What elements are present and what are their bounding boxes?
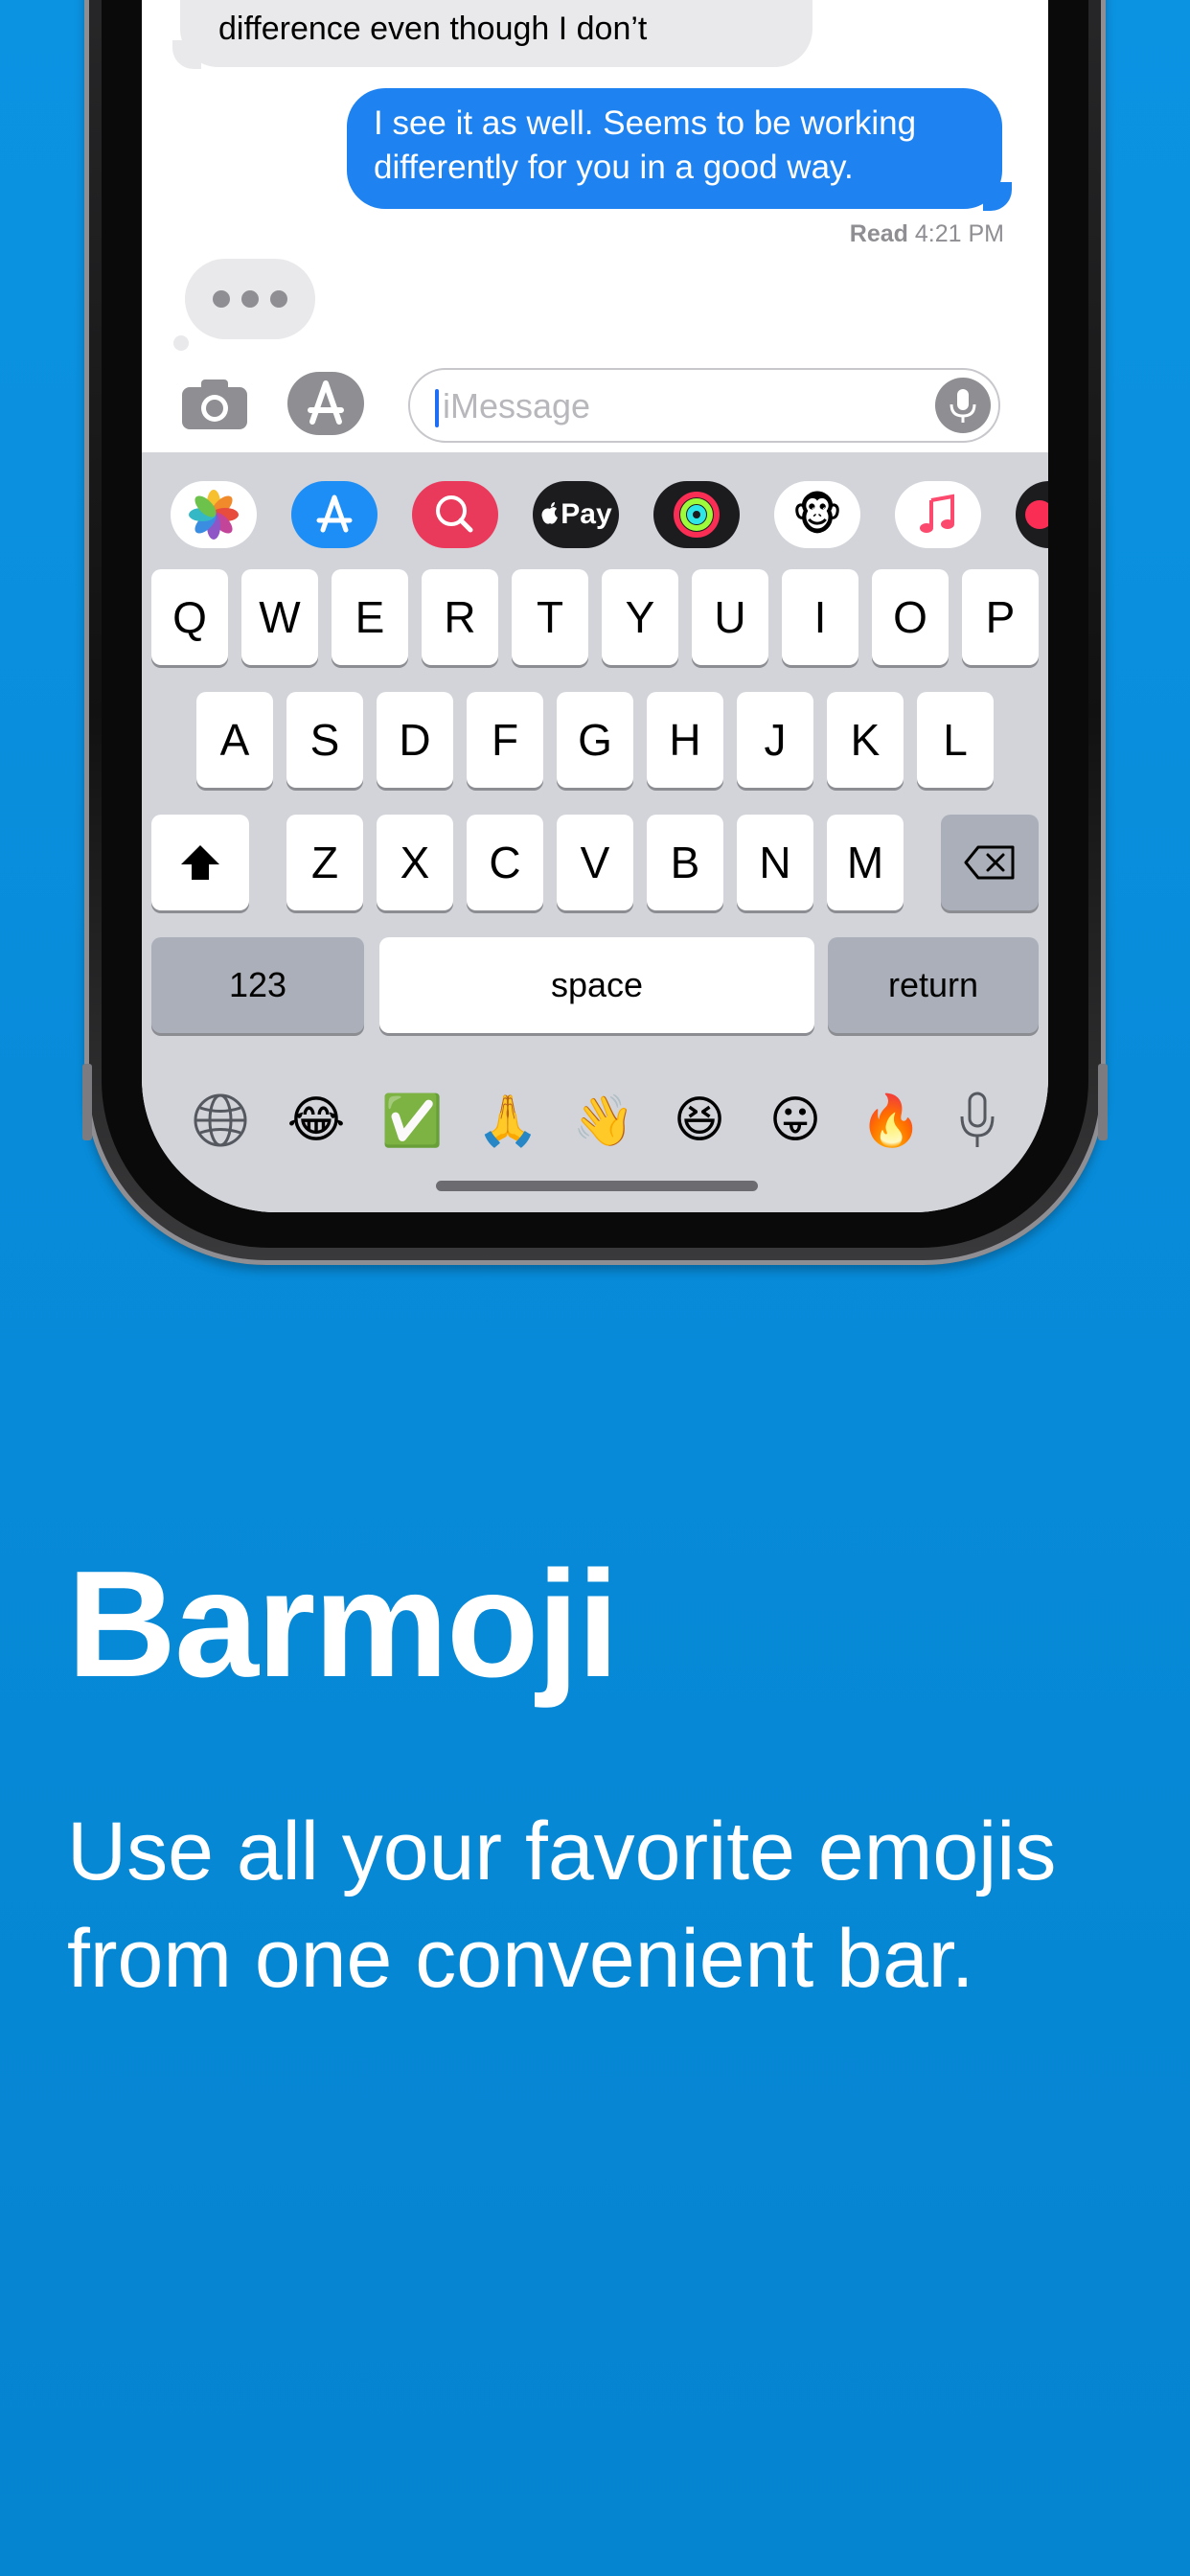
camera-icon[interactable] xyxy=(178,376,251,433)
key-t[interactable]: T xyxy=(512,569,588,665)
key-h[interactable]: H xyxy=(647,692,723,788)
typing-dot xyxy=(241,290,259,308)
digital-touch-app-icon[interactable] xyxy=(1016,481,1048,548)
key-v[interactable]: V xyxy=(557,815,633,910)
globe-keyboard-switch-icon[interactable] xyxy=(192,1087,249,1154)
text-cursor xyxy=(435,389,439,427)
apple-pay-app-icon[interactable]: Pay xyxy=(533,481,619,548)
emoji-tongue-face[interactable]: 😛 xyxy=(767,1087,824,1154)
keyboard: Pay 🐵 Q W E R T Y U I O P A S D F G H J … xyxy=(142,452,1048,1212)
outgoing-message-text: I see it as well. Seems to be working di… xyxy=(374,104,917,186)
emoji-folded-hands[interactable]: 🙏 xyxy=(477,1087,539,1154)
typing-indicator xyxy=(173,259,315,351)
typing-tail xyxy=(173,335,189,351)
outgoing-bubble-tail xyxy=(983,182,1012,211)
key-m[interactable]: M xyxy=(827,815,904,910)
imessage-app-drawer: Pay 🐵 xyxy=(142,481,1048,550)
typing-dot xyxy=(270,290,287,308)
dictation-mic-icon[interactable] xyxy=(935,378,991,433)
activity-app-icon[interactable] xyxy=(653,481,740,548)
key-y[interactable]: Y xyxy=(602,569,678,665)
key-s[interactable]: S xyxy=(286,692,363,788)
emoji-check-mark[interactable]: ✅ xyxy=(381,1087,444,1154)
key-p[interactable]: P xyxy=(962,569,1039,665)
outgoing-message-bubble[interactable]: I see it as well. Seems to be working di… xyxy=(347,88,1012,211)
emoji-squinting-face[interactable]: 😆 xyxy=(671,1087,728,1154)
key-u[interactable]: U xyxy=(692,569,768,665)
home-indicator[interactable] xyxy=(436,1181,758,1191)
read-receipt: Read 4:21 PM xyxy=(850,220,1004,248)
imessage-input[interactable]: iMessage xyxy=(408,368,1000,443)
delete-key[interactable] xyxy=(941,815,1039,910)
numbers-key[interactable]: 123 xyxy=(151,937,364,1033)
phone-screen: difference even though I don’t I see it … xyxy=(142,0,1048,1212)
key-z[interactable]: Z xyxy=(286,815,363,910)
read-time: 4:21 PM xyxy=(914,220,1004,247)
key-q[interactable]: Q xyxy=(151,569,228,665)
key-c[interactable]: C xyxy=(467,815,543,910)
emoji-waving-hand[interactable]: 👋 xyxy=(573,1087,635,1154)
key-e[interactable]: E xyxy=(332,569,408,665)
key-n[interactable]: N xyxy=(737,815,813,910)
emoji-fire[interactable]: 🔥 xyxy=(860,1087,923,1154)
read-label: Read xyxy=(849,220,908,247)
music-app-icon[interactable] xyxy=(895,481,981,548)
key-f[interactable]: F xyxy=(467,692,543,788)
shift-arrow-icon xyxy=(181,845,219,880)
delete-backspace-icon xyxy=(964,845,1015,880)
imessage-placeholder: iMessage xyxy=(443,386,591,426)
key-w[interactable]: W xyxy=(241,569,318,665)
phone-side-button-right xyxy=(1098,1064,1108,1140)
return-key[interactable]: return xyxy=(828,937,1039,1033)
emoji-tears-of-joy[interactable]: 😂 xyxy=(287,1087,346,1154)
image-search-app-icon[interactable] xyxy=(412,481,498,548)
typing-dot xyxy=(213,290,230,308)
apple-pay-label: Pay xyxy=(561,498,612,530)
app-title: Barmoji xyxy=(67,1540,619,1709)
key-l[interactable]: L xyxy=(917,692,994,788)
key-r[interactable]: R xyxy=(422,569,498,665)
apple-logo-icon xyxy=(541,502,559,524)
key-b[interactable]: B xyxy=(647,815,723,910)
app-store-icon[interactable] xyxy=(287,372,364,435)
key-g[interactable]: G xyxy=(557,692,633,788)
key-x[interactable]: X xyxy=(377,815,453,910)
app-subtitle: Use all your favorite emojis from one co… xyxy=(67,1806,1057,2005)
animoji-app-icon[interactable]: 🐵 xyxy=(774,481,860,548)
key-a[interactable]: A xyxy=(196,692,273,788)
phone-side-button-left xyxy=(82,1064,92,1140)
key-j[interactable]: J xyxy=(737,692,813,788)
shift-key[interactable] xyxy=(151,815,249,910)
barmoji-emoji-bar: 😂 ✅ 🙏 👋 😆 😛 🔥 xyxy=(142,1087,1048,1163)
incoming-bubble-tail xyxy=(172,40,201,69)
key-i[interactable]: I xyxy=(782,569,858,665)
key-k[interactable]: K xyxy=(827,692,904,788)
space-key[interactable]: space xyxy=(379,937,814,1033)
dictation-mic-icon[interactable] xyxy=(949,1087,1006,1154)
key-o[interactable]: O xyxy=(872,569,949,665)
incoming-message-bubble[interactable]: difference even though I don’t xyxy=(172,0,812,69)
app-store-app-icon[interactable] xyxy=(291,481,378,548)
incoming-message-text: difference even though I don’t xyxy=(218,11,648,47)
photos-app-icon[interactable] xyxy=(171,481,257,548)
key-d[interactable]: D xyxy=(377,692,453,788)
